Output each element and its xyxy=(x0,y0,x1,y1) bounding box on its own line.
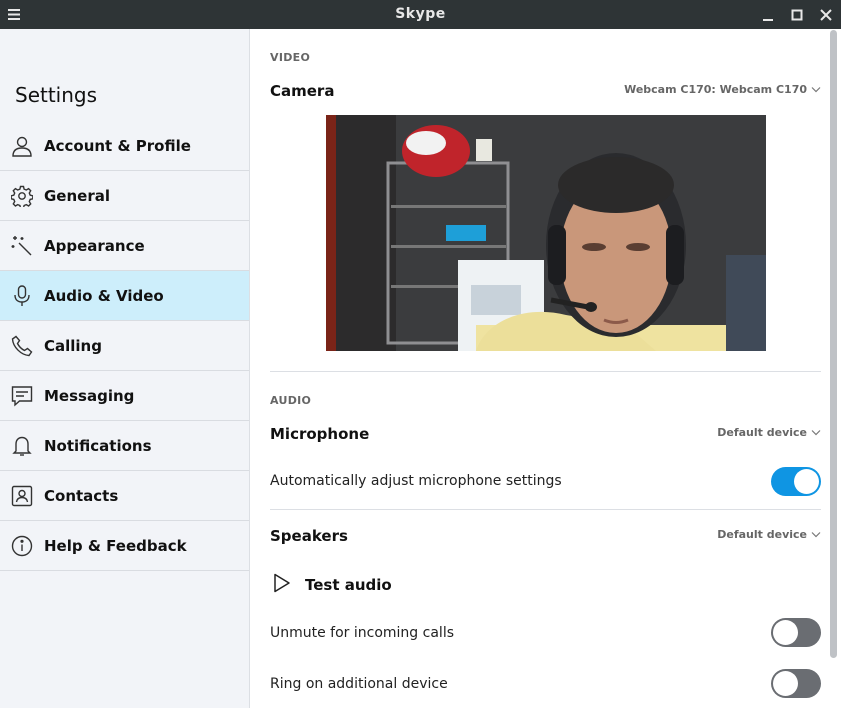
sidebar-item-appearance[interactable]: Appearance xyxy=(0,221,249,271)
speakers-label: Speakers xyxy=(270,527,348,545)
sidebar-item-label: Account & Profile xyxy=(44,136,191,155)
contacts-icon xyxy=(11,485,33,507)
phone-icon xyxy=(11,335,33,357)
sidebar-item-label: Audio & Video xyxy=(44,286,164,305)
unmute-incoming-toggle[interactable] xyxy=(771,618,821,647)
sidebar-item-account-profile[interactable]: Account & Profile xyxy=(0,121,249,171)
auto-adjust-mic-label: Automatically adjust microphone settings xyxy=(270,473,562,489)
magic-wand-icon xyxy=(11,235,33,257)
toggle-knob xyxy=(773,620,798,645)
message-icon xyxy=(11,385,33,407)
audio-video-settings: VIDEO Camera Webcam C170: Webcam C170 AU… xyxy=(250,29,841,708)
ring-additional-device-toggle[interactable] xyxy=(771,669,821,698)
sidebar-item-label: Contacts xyxy=(44,486,119,505)
audio-section-label: AUDIO xyxy=(270,394,312,407)
sidebar-item-calling[interactable]: Calling xyxy=(0,321,249,371)
microphone-label: Microphone xyxy=(270,425,370,443)
microphone-icon xyxy=(11,284,33,307)
toggle-knob xyxy=(794,469,819,494)
toggle-knob xyxy=(773,671,798,696)
section-divider xyxy=(270,509,821,510)
sidebar-item-general[interactable]: General xyxy=(0,171,249,221)
video-section-label: VIDEO xyxy=(270,51,311,64)
settings-sidebar: Settings Account & Profile General Appea… xyxy=(0,29,250,708)
speakers-device-dropdown[interactable]: Default device xyxy=(717,528,821,541)
sidebar-item-messaging[interactable]: Messaging xyxy=(0,371,249,421)
chevron-down-icon xyxy=(811,86,821,93)
microphone-device-dropdown[interactable]: Default device xyxy=(717,426,821,439)
sidebar-item-label: General xyxy=(44,186,110,205)
sidebar-item-help-feedback[interactable]: Help & Feedback xyxy=(0,521,249,571)
speakers-device-value: Default device xyxy=(717,528,807,541)
vertical-scrollbar[interactable] xyxy=(830,30,837,658)
sidebar-item-label: Appearance xyxy=(44,236,145,255)
test-audio-button[interactable]: Test audio xyxy=(273,573,392,597)
auto-adjust-mic-toggle[interactable] xyxy=(771,467,821,496)
microphone-device-value: Default device xyxy=(717,426,807,439)
camera-label: Camera xyxy=(270,82,335,100)
sidebar-item-label: Notifications xyxy=(44,436,152,455)
person-icon xyxy=(11,135,33,157)
gear-icon xyxy=(11,185,33,207)
camera-device-value: Webcam C170: Webcam C170 xyxy=(624,83,807,96)
unmute-incoming-label: Unmute for incoming calls xyxy=(270,625,454,641)
sidebar-item-label: Calling xyxy=(44,336,102,355)
camera-device-dropdown[interactable]: Webcam C170: Webcam C170 xyxy=(624,83,821,96)
close-icon[interactable] xyxy=(812,0,840,29)
settings-heading: Settings xyxy=(15,83,98,107)
title-bar: Skype xyxy=(0,0,841,29)
section-divider xyxy=(270,371,821,372)
maximize-icon[interactable] xyxy=(783,0,811,29)
chevron-down-icon xyxy=(811,531,821,538)
sidebar-item-label: Messaging xyxy=(44,386,135,405)
window-title: Skype xyxy=(395,6,446,22)
sidebar-item-contacts[interactable]: Contacts xyxy=(0,471,249,521)
bell-icon xyxy=(11,435,33,457)
sidebar-item-audio-video[interactable]: Audio & Video xyxy=(0,271,249,321)
ring-additional-device-label: Ring on additional device xyxy=(270,676,448,692)
play-icon xyxy=(273,573,291,597)
minimize-icon[interactable] xyxy=(754,0,782,29)
sidebar-item-notifications[interactable]: Notifications xyxy=(0,421,249,471)
chevron-down-icon xyxy=(811,429,821,436)
camera-preview xyxy=(326,115,766,351)
sidebar-item-label: Help & Feedback xyxy=(44,536,187,555)
test-audio-label: Test audio xyxy=(305,576,392,594)
info-icon xyxy=(11,535,33,557)
